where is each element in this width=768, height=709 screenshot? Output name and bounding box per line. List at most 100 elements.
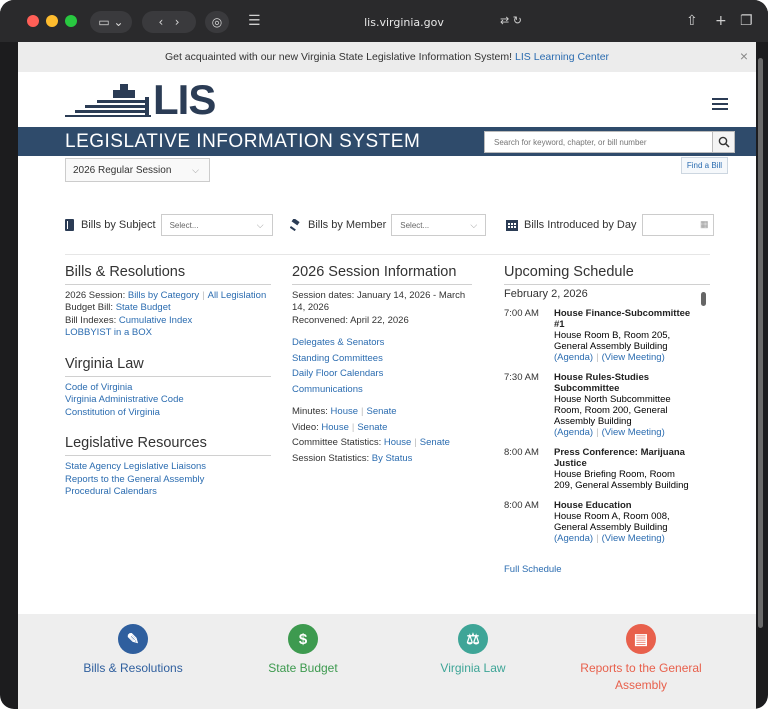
lis-logo[interactable]: LIS: [65, 79, 216, 121]
search-icon[interactable]: [712, 132, 734, 152]
zoom-window-button[interactable]: [65, 15, 77, 27]
schedule-list: February 2, 2026 7:00 AM House Finance-S…: [504, 288, 704, 552]
close-window-button[interactable]: [27, 15, 39, 27]
footer-budget-label: State Budget: [268, 661, 338, 675]
code-of-virginia-link[interactable]: Code of Virginia: [65, 382, 132, 393]
banner-text: Get acquainted with our new Virginia Sta…: [164, 51, 513, 63]
new-tab-icon[interactable]: +: [715, 12, 727, 30]
by-status-link[interactable]: By Status: [372, 453, 413, 464]
footer-budget-link[interactable]: $ State Budget: [243, 624, 363, 677]
cumulative-index-link[interactable]: Cumulative Index: [119, 315, 192, 326]
footer-reports-link[interactable]: ▤ Reports to the General Assembly: [571, 624, 711, 694]
budget-label: Budget Bill:: [65, 302, 114, 314]
member-select[interactable]: Select... ⌵: [391, 214, 487, 236]
minutes-senate-link[interactable]: Senate: [366, 406, 396, 417]
view-meeting-link[interactable]: (View Meeting): [602, 533, 665, 544]
event-name: House Education: [554, 500, 632, 511]
session-select-value: 2026 Regular Session: [73, 164, 172, 176]
dollar-icon: $: [288, 624, 318, 654]
law-heading: Virginia Law: [65, 357, 271, 377]
floor-calendars-link[interactable]: Daily Floor Calendars: [292, 368, 383, 379]
title-bar: LEGISLATIVE INFORMATION SYSTEM: [18, 127, 756, 156]
bills-introduced-by-day: Bills Introduced by Day ▦: [506, 214, 714, 236]
full-schedule-link[interactable]: Full Schedule: [504, 564, 562, 575]
video-label: Video:: [292, 421, 319, 433]
find-bill-button[interactable]: Find a Bill: [680, 157, 728, 174]
address-bar[interactable]: lis.virginia.gov: [234, 10, 574, 34]
introduced-date-input[interactable]: ▦: [641, 214, 714, 236]
communications-link[interactable]: Communications: [292, 384, 363, 395]
agenda-link[interactable]: (Agenda): [554, 427, 593, 438]
constitution-link[interactable]: Constitution of Virginia: [65, 407, 160, 418]
learning-center-link[interactable]: LIS Learning Center: [515, 51, 609, 63]
event-name: House Finance-Subcommittee #1: [554, 308, 691, 330]
privacy-icon[interactable]: ◎: [205, 11, 229, 33]
view-meeting-link[interactable]: (View Meeting): [602, 352, 665, 363]
subject-select[interactable]: Select... ⌵: [160, 214, 273, 236]
logo-row: LIS: [18, 72, 756, 127]
left-column: Bills & Resolutions 2026 Session: Bills …: [65, 265, 271, 517]
schedule-scrollbar[interactable]: [701, 292, 706, 306]
chevron-down-icon: ⌵: [470, 220, 478, 230]
reports-link[interactable]: Reports to the General Assembly: [65, 474, 204, 485]
video-senate-link[interactable]: Senate: [357, 422, 387, 433]
quill-icon: ✎: [118, 624, 148, 654]
footer-law-link[interactable]: ⚖ Virginia Law: [413, 624, 533, 677]
schedule-column: Upcoming Schedule: [504, 265, 710, 290]
minimize-window-button[interactable]: [46, 15, 58, 27]
sidebar-toggle-button[interactable]: ▭ ⌄: [90, 11, 132, 33]
web-page: Get acquainted with our new Virginia Sta…: [18, 42, 756, 709]
translate-icon[interactable]: ⇄ ↻: [500, 12, 522, 30]
page-scrollbar[interactable]: [758, 58, 763, 628]
event-name: House Rules-Studies Subcommittee: [554, 372, 650, 394]
schedule-event: 8:00 AM House Education House Room A, Roo…: [504, 500, 704, 544]
event-name: Press Conference: Marijuana Justice: [554, 447, 685, 469]
book-icon: [65, 219, 74, 231]
browser-window: ▭ ⌄ ‹ › ◎ ☰ lis.virginia.gov ⇄ ↻ ⇧ + ❐ G…: [0, 0, 768, 709]
agenda-link[interactable]: (Agenda): [554, 533, 593, 544]
committee-house-link[interactable]: House: [384, 437, 411, 448]
agency-liaisons-link[interactable]: State Agency Legislative Liaisons: [65, 461, 206, 472]
event-location: House North Subcommittee Room, Room 200,…: [554, 394, 671, 427]
event-time: 7:30 AM: [504, 372, 539, 383]
reconvened-date: Reconvened: April 22, 2026: [292, 314, 409, 326]
share-icon[interactable]: ⇧: [686, 12, 698, 30]
footer-bills-link[interactable]: ✎ Bills & Resolutions: [73, 624, 193, 677]
session-stats-label: Session Statistics:: [292, 452, 370, 464]
minutes-house-link[interactable]: House: [331, 406, 358, 417]
committee-senate-link[interactable]: Senate: [420, 437, 450, 448]
calendar-picker-icon[interactable]: ▦: [700, 219, 709, 230]
administrative-code-link[interactable]: Virginia Administrative Code: [65, 394, 184, 405]
bills-by-member: Bills by Member Select... ⌵: [290, 214, 487, 236]
quick-links-footer: ✎ Bills & Resolutions $ State Budget ⚖ V…: [18, 614, 756, 709]
search-input[interactable]: [485, 132, 712, 152]
agenda-link[interactable]: (Agenda): [554, 352, 593, 363]
all-legislation-link[interactable]: All Legislation: [208, 290, 267, 301]
back-forward-buttons[interactable]: ‹ ›: [142, 11, 196, 33]
video-house-link[interactable]: House: [321, 422, 348, 433]
divider: [65, 254, 710, 255]
lobbyist-link[interactable]: LOBBYIST in a BOX: [65, 327, 152, 338]
procedural-calendars-link[interactable]: Procedural Calendars: [65, 486, 157, 497]
bills-by-category-link[interactable]: Bills by Category: [128, 290, 199, 301]
schedule-event: 8:00 AM Press Conference: Marijuana Just…: [504, 447, 704, 491]
session-dates: Session dates: January 14, 2026 - March …: [292, 289, 466, 314]
tab-overview-icon[interactable]: ❐: [740, 12, 753, 30]
menu-icon[interactable]: [712, 98, 728, 113]
schedule-heading: Upcoming Schedule: [504, 265, 710, 285]
member-select-value: Select...: [400, 220, 430, 230]
announcement-banner: Get acquainted with our new Virginia Sta…: [18, 42, 756, 72]
indexes-label: Bill Indexes:: [65, 314, 117, 326]
delegates-senators-link[interactable]: Delegates & Senators: [292, 337, 384, 348]
state-budget-link[interactable]: State Budget: [116, 302, 171, 313]
standing-committees-link[interactable]: Standing Committees: [292, 353, 383, 364]
close-icon[interactable]: ×: [740, 49, 748, 63]
law-section: Virginia Law Code of Virginia Virginia A…: [65, 357, 271, 419]
middle-column: 2026 Session Information Session dates: …: [292, 265, 472, 466]
event-time: 8:00 AM: [504, 500, 539, 511]
session-select[interactable]: 2026 Regular Session ⌵: [65, 158, 210, 182]
footer-reports-label: Reports to the General Assembly: [580, 661, 702, 692]
schedule-event: 7:00 AM House Finance-Subcommittee #1 Hou…: [504, 308, 691, 363]
resources-heading: Legislative Resources: [65, 436, 271, 456]
view-meeting-link[interactable]: (View Meeting): [602, 427, 665, 438]
